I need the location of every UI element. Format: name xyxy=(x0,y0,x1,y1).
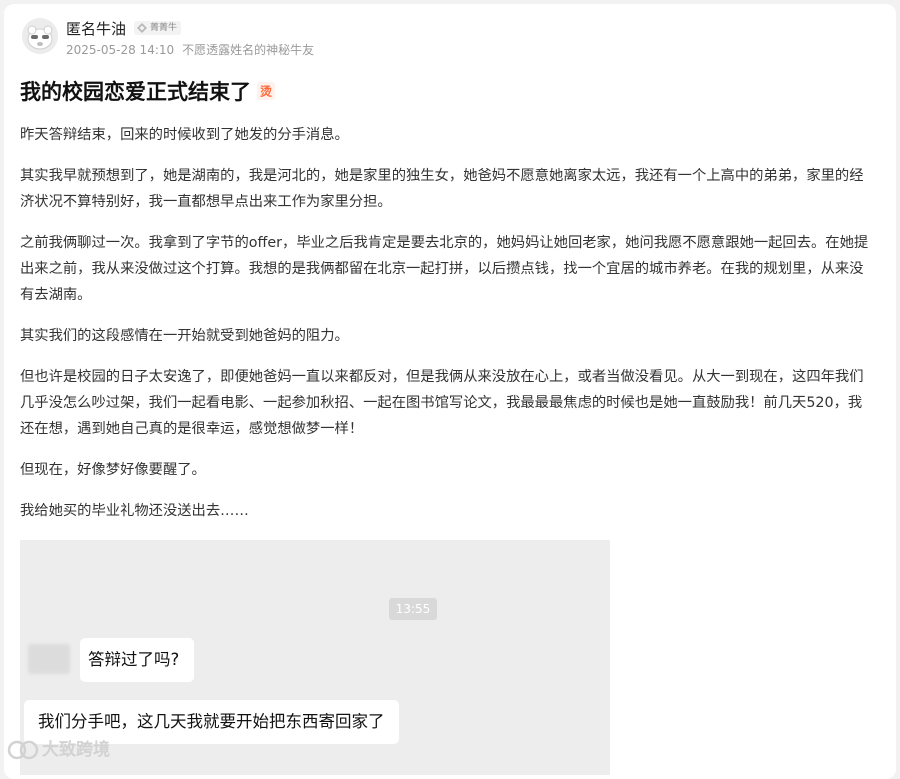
post-paragraph: 之前我俩聊过一次。我拿到了字节的offer，毕业之后我肯定是要去北京的，她妈妈让… xyxy=(20,235,869,303)
author-meta: 2025-05-28 14:10 不愿透露姓名的神秘牛友 xyxy=(66,41,314,58)
post-paragraph: 其实我们的这段感情在一开始就受到她爸妈的阻力。 xyxy=(20,328,349,344)
post-paragraph: 昨天答辩结束，回来的时候收到了她发的分手消息。 xyxy=(20,127,349,143)
chat-bubble: 答辩过了吗? xyxy=(80,638,195,682)
cartoon-avatar-icon xyxy=(22,18,58,54)
level-badge: 菁菁牛 xyxy=(134,21,182,35)
post-paragraph: 但也许是校园的日子太安逸了，即便她爸妈一直以来都反对，但是我俩从来没放在心上，或… xyxy=(20,369,864,437)
blurred-avatar xyxy=(28,644,70,674)
post-paragraph: 但现在，好像梦好像要醒了。 xyxy=(20,462,206,478)
post-timestamp: 2025-05-28 14:10 xyxy=(66,43,175,57)
author-name[interactable]: 匿名牛油 xyxy=(66,18,126,39)
author-avatar[interactable] xyxy=(22,18,58,54)
post-title-text: 我的校园恋爱正式结束了 xyxy=(20,80,251,104)
level-badge-icon xyxy=(137,23,147,33)
hot-badge-text: 烫 xyxy=(260,84,273,99)
post-paragraph: 我给她买的毕业礼物还没送出去…… xyxy=(20,503,249,519)
post-body: 昨天答辩结束，回来的时候收到了她发的分手消息。 其实我早就预想到了，她是湖南的，… xyxy=(20,122,872,539)
watermark-text: 大致跨境 xyxy=(42,740,110,760)
watermark-logo-icon xyxy=(7,740,39,760)
level-badge-label: 菁菁牛 xyxy=(150,23,178,33)
post-title: 我的校园恋爱正式结束了 烫 xyxy=(20,76,275,106)
watermark: 大致跨境 xyxy=(6,735,110,761)
chat-time-badge: 13:55 xyxy=(389,598,437,620)
post-paragraph: 其实我早就预想到了，她是湖南的，我是河北的，她是家里的独生女，她爸妈不愿意她离家… xyxy=(20,168,864,210)
author-signature: 不愿透露姓名的神秘牛友 xyxy=(182,43,315,57)
hot-badge-icon: 烫 xyxy=(257,82,275,100)
